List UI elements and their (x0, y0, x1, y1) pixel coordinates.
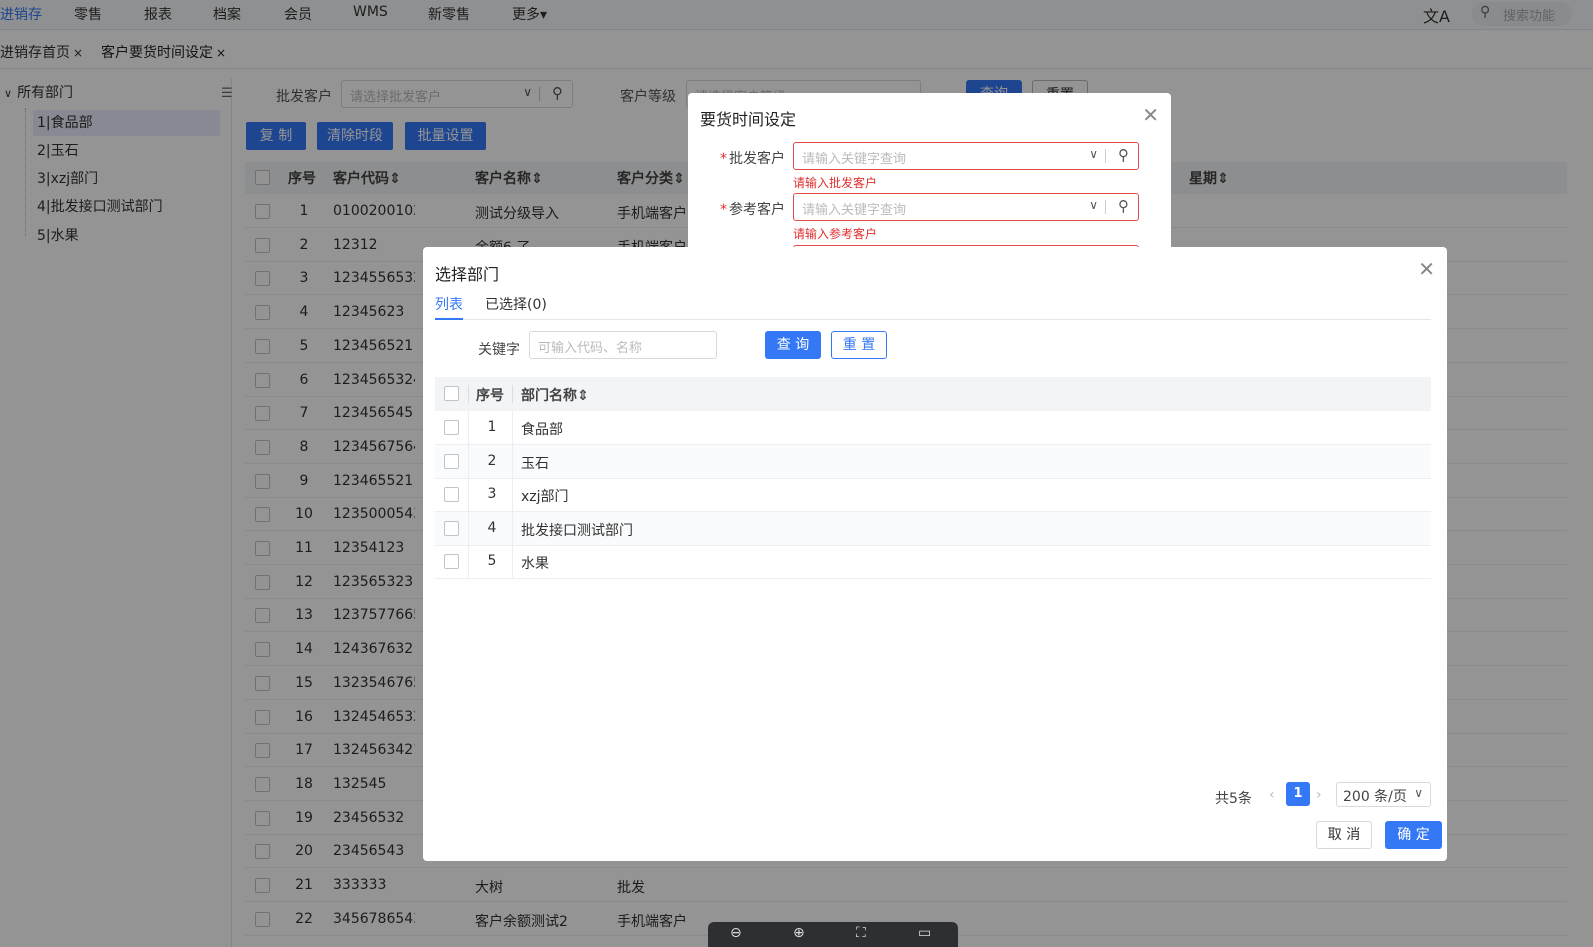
row-checkbox[interactable] (444, 420, 459, 435)
row-index: 3 (487, 486, 497, 502)
row-checkbox[interactable] (444, 554, 459, 569)
zoom-out-icon[interactable]: ⊖ (730, 925, 742, 941)
column-divider (468, 545, 469, 579)
page-size-value: 200 条/页 (1343, 789, 1407, 805)
pager-current-page[interactable]: 1 (1286, 782, 1310, 806)
row-checkbox[interactable] (444, 520, 459, 536)
select-department-modal: 选择部门 ✕ 列表 已选择(0) 关键字 可输入代码、名称 查 询 重 置 序号… (423, 247, 1447, 861)
column-divider (468, 511, 469, 546)
cancel-button[interactable]: 取 消 (1316, 821, 1372, 849)
header-dept-name[interactable]: 部门名称⇕ (521, 385, 589, 405)
chevron-down-icon: ∨ (1089, 198, 1098, 212)
divider (1105, 200, 1106, 214)
column-divider (512, 511, 513, 546)
reference-error-text: 请输入参考客户 (793, 227, 878, 241)
page-size-select[interactable]: 200 条/页 ∨ (1336, 782, 1431, 807)
column-divider (468, 411, 469, 445)
tab-list[interactable]: 列表 (435, 294, 463, 320)
wholesale-customer-field[interactable]: 请输入关键字查询 ∨ ⚲ (793, 142, 1139, 170)
search-icon[interactable]: ⚲ (1118, 197, 1129, 215)
delivery-time-modal: 要货时间设定 ✕ * 批发客户 请输入关键字查询 ∨ ⚲ 请输入批发客户 * 参考客… (688, 93, 1171, 263)
table-row[interactable]: 5 水果 (435, 545, 1431, 579)
column-divider (468, 478, 469, 512)
table-row[interactable]: 2 玉石 (435, 444, 1431, 479)
modal-tabs: 列表 已选择(0) (435, 294, 1431, 320)
row-checkbox[interactable] (444, 487, 459, 502)
row-index: 1 (487, 419, 497, 435)
sort-icon[interactable]: ⇕ (577, 388, 589, 404)
table-header: 序号 部门名称⇕ (435, 377, 1431, 411)
table-row[interactable]: 4 批发接口测试部门 (435, 511, 1431, 546)
header-dept-name-label: 部门名称 (521, 388, 577, 404)
row-dept-name: xzj部门 (521, 489, 569, 505)
search-icon[interactable]: ⚲ (1118, 146, 1129, 164)
wholesale-field-label: * 批发客户 (720, 148, 785, 168)
confirm-button[interactable]: 确 定 (1385, 821, 1442, 849)
row-dept-name: 批发接口测试部门 (521, 522, 633, 539)
chevron-down-icon: ∨ (1089, 147, 1098, 161)
fit-screen-icon[interactable]: ⛶ (856, 925, 866, 941)
close-icon[interactable]: ✕ (1418, 257, 1435, 281)
keyword-placeholder: 可输入代码、名称 (538, 341, 643, 356)
required-mark: * (720, 202, 727, 218)
reference-field-text: 参考客户 (729, 202, 785, 218)
divider (1105, 149, 1106, 163)
field-placeholder: 请输入关键字查询 (802, 152, 907, 167)
column-divider (512, 545, 513, 579)
modal-title: 选择部门 (435, 265, 500, 284)
floating-toolbar: ⊖ ⊕ ⛶ ▭ (708, 922, 958, 947)
keyword-label: 关键字 (478, 342, 520, 358)
column-divider (468, 444, 469, 479)
table-row[interactable]: 1 食品部 (435, 411, 1431, 445)
row-index: 2 (487, 452, 497, 469)
row-dept-name: 水果 (521, 556, 549, 572)
row-checkbox[interactable] (444, 453, 459, 469)
column-divider (512, 411, 513, 445)
table-row[interactable]: 3 xzj部门 (435, 478, 1431, 512)
query-button[interactable]: 查 询 (765, 331, 821, 359)
zoom-in-icon[interactable]: ⊕ (793, 925, 805, 941)
select-all-checkbox[interactable] (444, 386, 459, 401)
chevron-left-icon[interactable]: ‹ (1269, 787, 1275, 803)
row-dept-name: 玉石 (521, 455, 549, 472)
column-divider (512, 385, 513, 403)
row-index: 5 (487, 553, 497, 569)
row-dept-name: 食品部 (521, 422, 563, 438)
row-index: 4 (487, 519, 497, 536)
header-index: 序号 (476, 388, 504, 404)
close-icon[interactable]: ✕ (1142, 103, 1159, 127)
column-divider (512, 478, 513, 512)
reference-field-label: * 参考客户 (720, 199, 785, 219)
pager-total: 共5条 (1215, 791, 1252, 807)
required-mark: * (720, 151, 727, 167)
modal-title: 要货时间设定 (700, 110, 797, 129)
chevron-right-icon[interactable]: › (1316, 787, 1322, 803)
reference-customer-field[interactable]: 请输入关键字查询 ∨ ⚲ (793, 193, 1139, 221)
column-divider (512, 444, 513, 479)
tab-selected[interactable]: 已选择(0) (485, 294, 547, 314)
column-divider (468, 385, 469, 403)
save-icon[interactable]: ▭ (918, 925, 931, 941)
reset-button[interactable]: 重 置 (831, 331, 887, 359)
keyword-input[interactable]: 可输入代码、名称 (529, 331, 717, 359)
chevron-down-icon: ∨ (1414, 786, 1423, 800)
wholesale-error-text: 请输入批发客户 (793, 176, 878, 190)
field-placeholder: 请输入关键字查询 (802, 203, 907, 218)
wholesale-field-text: 批发客户 (729, 151, 785, 167)
